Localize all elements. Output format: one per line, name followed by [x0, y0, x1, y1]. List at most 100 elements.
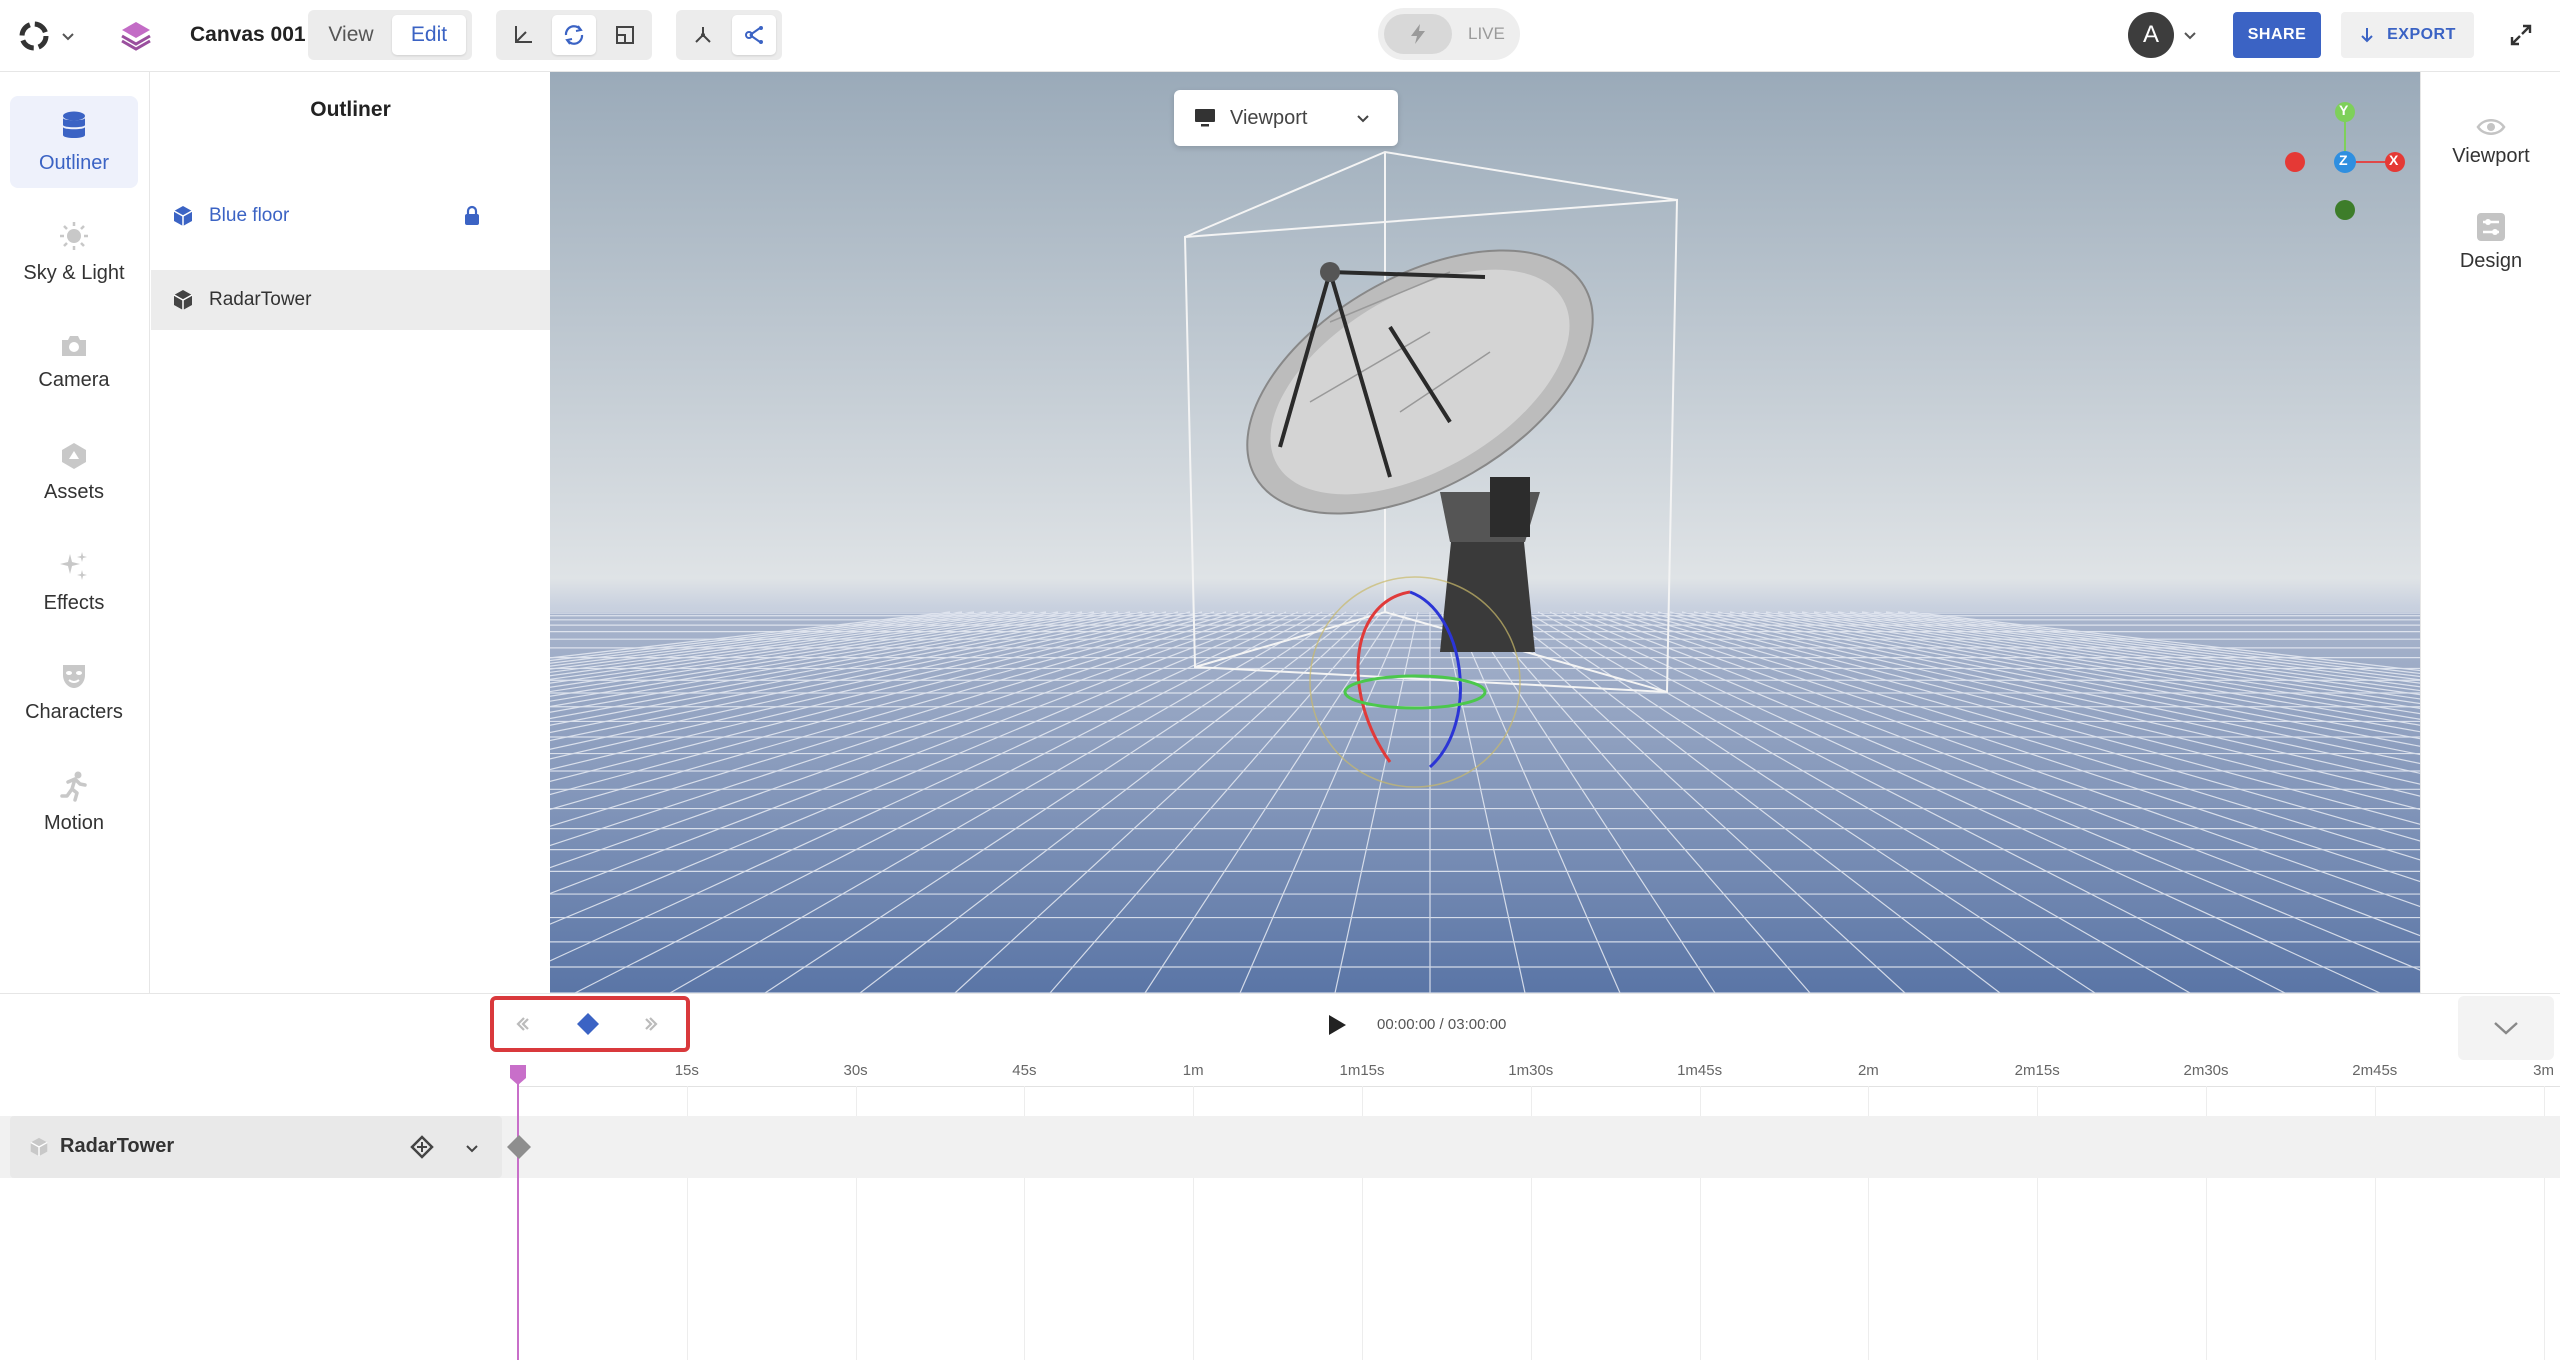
viewport-camera-select[interactable]: Viewport: [1174, 90, 1398, 146]
play-icon[interactable]: [1326, 1013, 1348, 1037]
time-display: 00:00:00 / 03:00:00: [1377, 1016, 1507, 1033]
outliner-item-radartower[interactable]: RadarTower: [151, 270, 550, 330]
timeline-tick-label: 45s: [1012, 1062, 1037, 1079]
eye-icon: [2476, 118, 2506, 135]
sidebar-item-label: Assets: [43, 480, 105, 503]
transform-tools: [496, 10, 652, 60]
collapse-timeline-button[interactable]: [2458, 996, 2554, 1060]
cube-icon: [173, 290, 193, 310]
live-label: LIVE: [1468, 24, 1505, 43]
layers-icon[interactable]: [118, 18, 154, 54]
mode-toggle: View Edit: [308, 10, 472, 60]
running-icon: [60, 771, 87, 802]
sun-icon: [60, 221, 88, 250]
sidebar-item-assets[interactable]: Assets: [10, 426, 138, 518]
avatar: A: [2128, 12, 2174, 58]
timeline-tick-label: 2m: [1857, 1062, 1879, 1079]
sidebar-item-sky-light[interactable]: Sky & Light: [10, 206, 138, 298]
right-panel-viewport[interactable]: Viewport: [2421, 96, 2560, 188]
live-toggle[interactable]: LIVE: [1378, 8, 1520, 60]
scale-tool-button[interactable]: [603, 15, 647, 55]
add-keyframe-icon[interactable]: [575, 1011, 601, 1037]
sidebar-item-camera[interactable]: Camera: [10, 316, 138, 408]
app-logo-icon: [19, 21, 49, 51]
user-menu[interactable]: A: [2128, 12, 2198, 58]
track-header[interactable]: RadarTower: [10, 1116, 502, 1178]
timeline-tick-label: 1m: [1182, 1062, 1204, 1079]
keyframe-marker[interactable]: [506, 1134, 532, 1160]
outliner-title: Outliner: [310, 98, 391, 121]
viewport-select-label: Viewport: [1230, 106, 1308, 129]
chevron-down-icon: [62, 33, 74, 41]
track-name: RadarTower: [60, 1135, 175, 1157]
timeline-tick-label: 1m30s: [1508, 1062, 1554, 1079]
outliner-item-label: RadarTower: [209, 289, 312, 310]
sparkles-icon: [60, 551, 87, 580]
timeline-tick-label: 1m15s: [1339, 1062, 1385, 1079]
canvas-title[interactable]: Canvas 001: [190, 23, 306, 47]
prev-keyframe-icon[interactable]: [514, 1014, 536, 1034]
sidebar-item-characters[interactable]: Characters: [10, 646, 138, 738]
move-axes-icon: [515, 26, 532, 43]
right-panel-label: Viewport: [2452, 144, 2530, 167]
local-space-button[interactable]: [732, 15, 776, 55]
outliner-panel: Outliner Blue floor RadarTower: [151, 72, 550, 993]
pivot-icon: [695, 27, 711, 43]
chevron-down-icon[interactable]: [464, 1140, 480, 1156]
tab-edit[interactable]: Edit: [392, 15, 466, 55]
keyframe-controls-highlight: [490, 996, 690, 1052]
sidebar-item-label: Outliner: [38, 151, 110, 174]
gizmo-label-x: X: [2389, 152, 2399, 168]
sliders-icon: [2477, 212, 2505, 241]
left-sidebar: Outliner Sky & Light Camera Assets Effec…: [0, 72, 150, 993]
sidebar-item-label: Motion: [43, 811, 105, 834]
sidebar-item-effects[interactable]: Effects: [10, 536, 138, 628]
sidebar-item-label: Sky & Light: [23, 261, 125, 284]
chevron-down-icon: [2184, 32, 2196, 40]
outliner-item-blue-floor[interactable]: Blue floor: [151, 186, 550, 246]
target-keyframe-icon[interactable]: [410, 1135, 434, 1159]
gizmo-label-z: Z: [2339, 152, 2348, 168]
playhead-handle[interactable]: [509, 1064, 527, 1086]
right-panel-design[interactable]: Design: [2421, 196, 2560, 288]
right-panel-label: Design: [2459, 249, 2523, 272]
move-tool-button[interactable]: [501, 15, 545, 55]
tab-view[interactable]: View: [314, 15, 388, 55]
lock-icon[interactable]: [463, 205, 481, 227]
app-logo-menu[interactable]: [16, 16, 86, 56]
export-label: EXPORT: [2387, 26, 2456, 43]
export-button[interactable]: EXPORT: [2341, 12, 2474, 58]
cube-icon: [173, 206, 193, 226]
sidebar-item-motion[interactable]: Motion: [10, 756, 138, 848]
timeline-tick-label: 2m30s: [2183, 1062, 2229, 1079]
scale-icon: [616, 26, 634, 44]
local-axes-icon: [745, 26, 763, 44]
next-keyframe-icon[interactable]: [638, 1014, 660, 1034]
playhead-line: [517, 1066, 519, 1360]
share-button[interactable]: SHARE: [2233, 12, 2321, 58]
cube-icon: [30, 1137, 48, 1157]
sidebar-item-label: Camera: [38, 368, 110, 391]
live-switch-knob: [1384, 14, 1452, 54]
pivot-tools: [676, 10, 782, 60]
timeline-panel: 00:00:00 / 03:00:00 15s 30s 45s 1m 1m15s 1m30…: [0, 993, 2560, 1360]
timeline-tick-label: 1m45s: [1677, 1062, 1723, 1079]
rotate-tool-button[interactable]: [552, 15, 596, 55]
scene-canvas[interactable]: [550, 72, 2420, 993]
sidebar-item-outliner[interactable]: Outliner: [10, 96, 138, 188]
mask-icon: [63, 664, 85, 688]
chevron-down-icon: [2494, 1022, 2518, 1035]
database-icon: [63, 111, 85, 138]
sidebar-item-label: Effects: [43, 591, 105, 614]
sidebar-item-label: Characters: [25, 700, 123, 723]
arrow-down-icon: [2361, 28, 2373, 43]
3d-viewport[interactable]: Y Z X Viewport: [550, 72, 2420, 993]
timeline-tick-label: 15s: [674, 1062, 699, 1079]
timeline-tick-label: 2m15s: [2014, 1062, 2060, 1079]
fullscreen-button[interactable]: [2506, 20, 2536, 50]
chevron-down-icon: [1357, 115, 1370, 123]
timeline-tick-label: 3m: [2533, 1062, 2555, 1079]
expand-icon: [2510, 24, 2532, 46]
pivot-tool-button[interactable]: [681, 15, 725, 55]
timeline-tick-label: 30s: [843, 1062, 868, 1079]
